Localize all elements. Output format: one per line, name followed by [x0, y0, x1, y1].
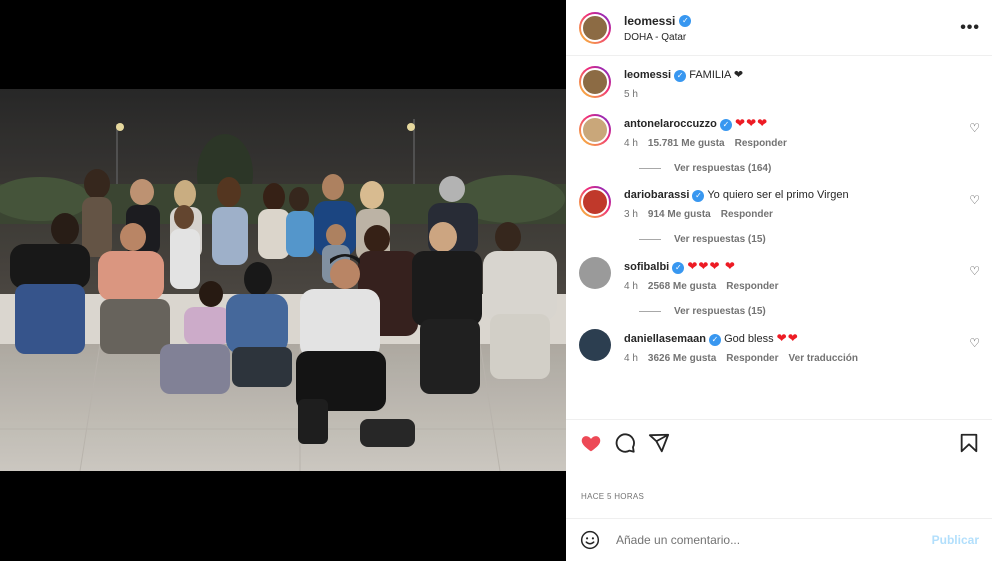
author-username-row: leomessi ✓ [624, 14, 692, 28]
caption-body: leomessi ✓ FAMILIA ❤ 5 h [624, 66, 980, 100]
comments-list[interactable]: leomessi ✓ FAMILIA ❤ 5 h antonelaroccuzz… [566, 56, 992, 418]
comment-meta: 4 h 15.781 Me gusta Responder [624, 138, 969, 149]
reply-button[interactable]: Responder [726, 353, 778, 364]
post-time-label[interactable]: HACE 5 HORAS [581, 492, 644, 501]
caption-author-avatar[interactable] [579, 66, 611, 98]
view-replies-button[interactable]: Ver respuestas (164) [639, 163, 980, 174]
view-replies-label: Ver respuestas (164) [674, 163, 772, 174]
publish-button[interactable]: Publicar [932, 533, 979, 547]
verified-badge-icon: ✓ [672, 262, 685, 274]
heart-filled-icon[interactable] [580, 432, 602, 454]
heart-emoji-icon: ❤❤ [776, 331, 799, 345]
comment-likes[interactable]: 15.781 Me gusta [648, 138, 725, 149]
reply-button[interactable]: Responder [726, 281, 778, 292]
view-replies-button[interactable]: Ver respuestas (15) [639, 306, 980, 317]
comment-time[interactable]: 3 h [624, 209, 638, 220]
comment-body: daniellasemaan ✓ God bless ❤❤ 4 h 3626 M… [624, 329, 969, 364]
add-comment-bar: Publicar [566, 518, 992, 561]
comment-text: God bless [724, 333, 774, 345]
comment-like-heart-icon[interactable]: ♡ [969, 121, 980, 135]
comment-item: sofibalbi ✓ ❤❤❤ ❤ 4 h 2568 Me gusta Resp… [579, 257, 980, 292]
replies-divider [639, 311, 661, 312]
heart-emoji-icon: ❤❤❤ [735, 116, 769, 130]
post-details-panel: leomessi ✓ DOHA - Qatar ••• leomessi ✓ F… [566, 0, 992, 561]
comment-item: daniellasemaan ✓ God bless ❤❤ 4 h 3626 M… [579, 329, 980, 364]
comment-likes[interactable]: 914 Me gusta [648, 209, 711, 220]
share-icon[interactable] [648, 432, 670, 454]
comment-meta: 3 h 914 Me gusta Responder [624, 209, 969, 220]
post-location[interactable]: DOHA - Qatar [624, 32, 960, 43]
caption-line: leomessi ✓ FAMILIA ❤ [624, 66, 980, 84]
view-replies-label: Ver respuestas (15) [674, 234, 766, 245]
post-photo[interactable] [0, 89, 566, 471]
post-actions-bar [566, 419, 992, 465]
post-header: leomessi ✓ DOHA - Qatar ••• [566, 0, 992, 56]
comment-like-heart-icon[interactable]: ♡ [969, 336, 980, 350]
commenter-avatar[interactable] [579, 114, 611, 146]
caption-meta: 5 h [624, 89, 980, 100]
comment-body: dariobarassi ✓ Yo quiero ser el primo Vi… [624, 186, 969, 220]
comment-input[interactable] [616, 533, 932, 547]
heart-emoji-icon: ❤❤❤ ❤ [687, 259, 736, 273]
verified-badge-icon: ✓ [692, 190, 705, 202]
commenter-avatar[interactable] [579, 329, 611, 361]
comment-line: sofibalbi ✓ ❤❤❤ ❤ [624, 257, 969, 276]
family-group-photo [0, 89, 566, 471]
replies-divider [639, 168, 661, 169]
reply-button[interactable]: Responder [735, 138, 787, 149]
comment-body: antonelaroccuzzo ✓ ❤❤❤ 4 h 15.781 Me gus… [624, 114, 969, 149]
verified-badge-icon: ✓ [679, 15, 692, 27]
see-translation-button[interactable]: Ver traducción [789, 353, 858, 364]
bookmark-icon[interactable] [958, 432, 980, 454]
caption-text: FAMILIA ❤ [689, 69, 744, 81]
view-replies-button[interactable]: Ver respuestas (15) [639, 234, 980, 245]
reply-button[interactable]: Responder [721, 209, 773, 220]
commenter-avatar[interactable] [579, 186, 611, 218]
comment-line: daniellasemaan ✓ God bless ❤❤ [624, 329, 969, 348]
comment-item: antonelaroccuzzo ✓ ❤❤❤ 4 h 15.781 Me gus… [579, 114, 980, 149]
instagram-post-modal: leomessi ✓ DOHA - Qatar ••• leomessi ✓ F… [0, 0, 992, 561]
view-replies-label: Ver respuestas (15) [674, 306, 766, 317]
comment-likes[interactable]: 3626 Me gusta [648, 353, 716, 364]
caption-username[interactable]: leomessi [624, 69, 671, 81]
author-avatar[interactable] [579, 11, 611, 44]
comment-username[interactable]: antonelaroccuzzo [624, 118, 717, 130]
comment-username[interactable]: dariobarassi [624, 189, 689, 201]
commenter-avatar[interactable] [579, 257, 611, 289]
comment-body: sofibalbi ✓ ❤❤❤ ❤ 4 h 2568 Me gusta Resp… [624, 257, 969, 292]
verified-badge-icon: ✓ [719, 119, 732, 131]
comment-meta: 4 h 2568 Me gusta Responder [624, 281, 969, 292]
comment-line: dariobarassi ✓ Yo quiero ser el primo Vi… [624, 186, 969, 204]
verified-badge-icon: ✓ [674, 70, 687, 82]
author-info: leomessi ✓ DOHA - Qatar [624, 12, 960, 43]
replies-divider [639, 239, 661, 240]
comment-username[interactable]: sofibalbi [624, 261, 669, 273]
comment-text: Yo quiero ser el primo Virgen [707, 189, 849, 201]
caption-time[interactable]: 5 h [624, 89, 638, 100]
caption: leomessi ✓ FAMILIA ❤ 5 h [579, 66, 980, 100]
comment-item: dariobarassi ✓ Yo quiero ser el primo Vi… [579, 186, 980, 220]
comment-like-heart-icon[interactable]: ♡ [969, 193, 980, 207]
verified-badge-icon: ✓ [709, 334, 721, 346]
comment-time[interactable]: 4 h [624, 138, 638, 149]
comment-time[interactable]: 4 h [624, 353, 638, 364]
media-pane [0, 0, 566, 561]
comment-like-heart-icon[interactable]: ♡ [969, 264, 980, 278]
comment-meta: 4 h 3626 Me gusta Responder Ver traducci… [624, 353, 969, 364]
more-options-icon[interactable]: ••• [960, 19, 980, 37]
emoji-icon[interactable] [580, 530, 600, 550]
author-username[interactable]: leomessi [624, 14, 675, 28]
comment-username[interactable]: daniellasemaan [624, 333, 706, 345]
comment-likes[interactable]: 2568 Me gusta [648, 281, 716, 292]
comment-icon[interactable] [614, 432, 636, 454]
comment-line: antonelaroccuzzo ✓ ❤❤❤ [624, 114, 969, 133]
comment-time[interactable]: 4 h [624, 281, 638, 292]
